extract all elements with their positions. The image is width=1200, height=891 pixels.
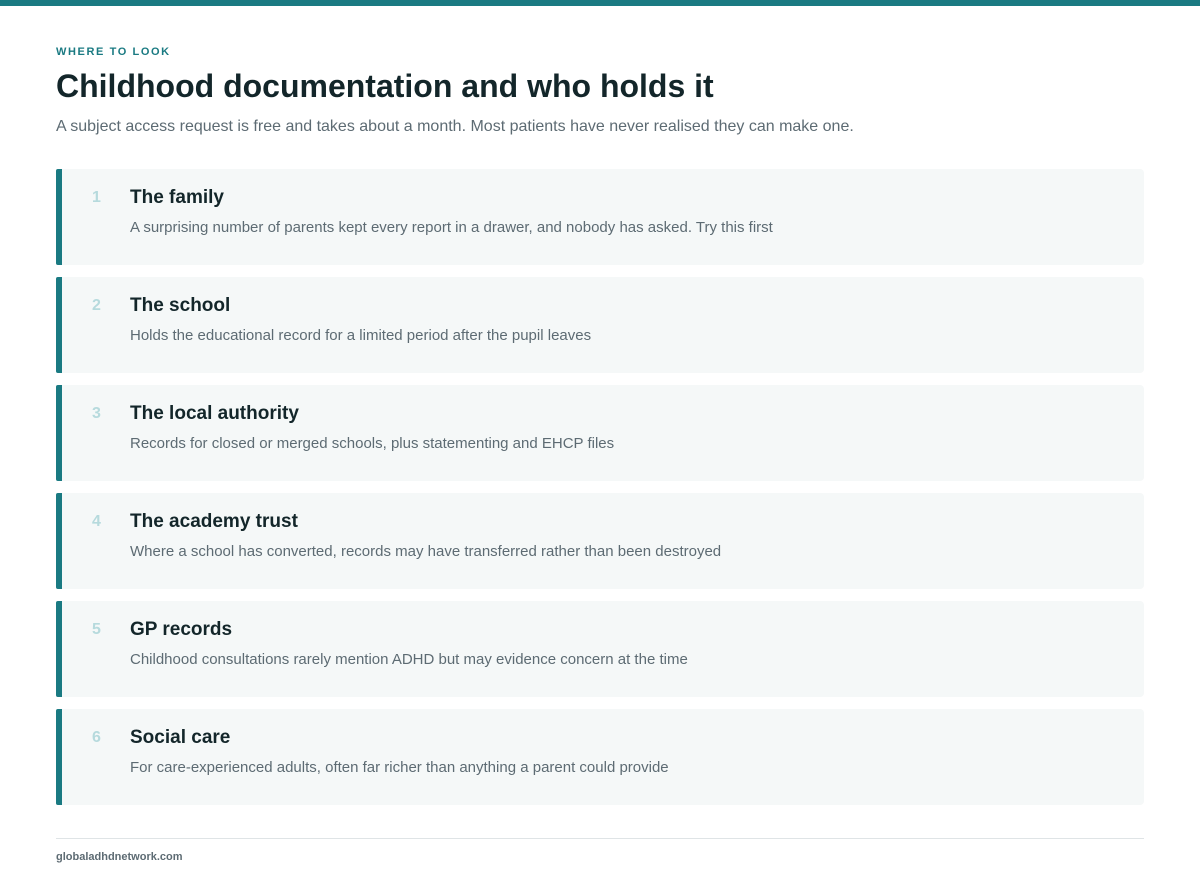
item-accent-bar bbox=[56, 169, 62, 265]
page-title: Childhood documentation and who holds it bbox=[56, 68, 714, 104]
source-item-social-care: 6 Social care For care-experienced adult… bbox=[56, 709, 1144, 805]
item-number: 1 bbox=[92, 189, 101, 206]
item-title: The academy trust bbox=[130, 511, 298, 532]
item-description: Childhood consultations rarely mention A… bbox=[130, 651, 688, 668]
item-accent-bar bbox=[56, 493, 62, 589]
item-description: A surprising number of parents kept ever… bbox=[130, 219, 773, 236]
item-accent-bar bbox=[56, 601, 62, 697]
item-number: 5 bbox=[92, 621, 101, 638]
source-list: 1 The family A surprising number of pare… bbox=[56, 169, 1144, 817]
item-number: 6 bbox=[92, 729, 101, 746]
source-item-school: 2 The school Holds the educational recor… bbox=[56, 277, 1144, 373]
source-item-academy-trust: 4 The academy trust Where a school has c… bbox=[56, 493, 1144, 589]
source-item-local-authority: 3 The local authority Records for closed… bbox=[56, 385, 1144, 481]
item-description: For care-experienced adults, often far r… bbox=[130, 759, 669, 776]
top-accent-bar bbox=[0, 0, 1200, 6]
item-title: The local authority bbox=[130, 403, 299, 424]
item-accent-bar bbox=[56, 385, 62, 481]
item-number: 3 bbox=[92, 405, 101, 422]
section-eyebrow: WHERE TO LOOK bbox=[56, 46, 171, 58]
item-description: Records for closed or merged schools, pl… bbox=[130, 435, 615, 452]
item-number: 4 bbox=[92, 513, 101, 530]
item-title: GP records bbox=[130, 619, 233, 640]
item-title: The family bbox=[130, 187, 224, 208]
item-number: 2 bbox=[92, 297, 101, 314]
source-item-gp-records: 5 GP records Childhood consultations rar… bbox=[56, 601, 1144, 697]
item-accent-bar bbox=[56, 277, 62, 373]
item-description: Where a school has converted, records ma… bbox=[130, 543, 722, 560]
footer-site-url: globaladhdnetwork.com bbox=[56, 851, 183, 863]
item-description: Holds the educational record for a limit… bbox=[130, 327, 592, 344]
item-accent-bar bbox=[56, 709, 62, 805]
item-title: The school bbox=[130, 295, 231, 316]
item-title: Social care bbox=[130, 727, 231, 748]
footer-divider bbox=[56, 838, 1144, 839]
page-subtitle: A subject access request is free and tak… bbox=[56, 118, 854, 135]
source-item-family: 1 The family A surprising number of pare… bbox=[56, 169, 1144, 265]
